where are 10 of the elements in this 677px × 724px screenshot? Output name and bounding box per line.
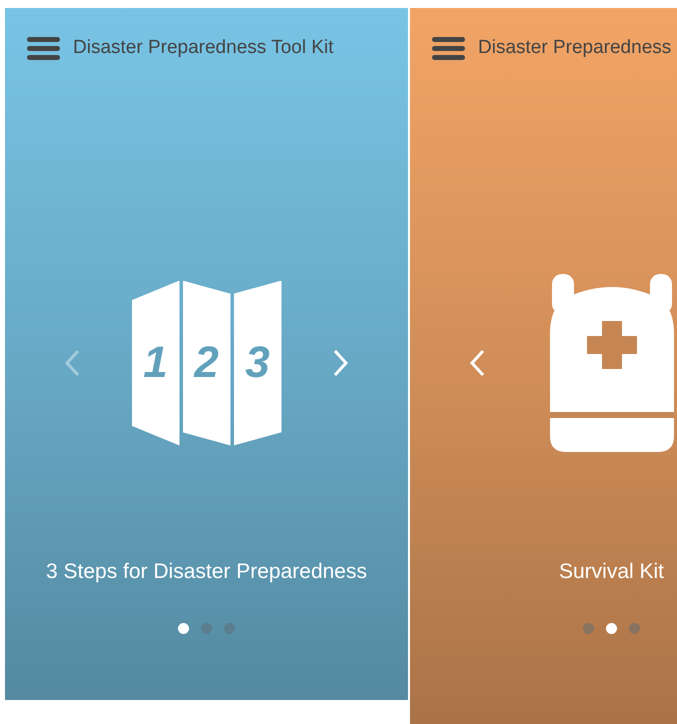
step-number: 1 bbox=[143, 341, 168, 385]
step-number: 2 bbox=[194, 341, 219, 385]
app-title: Disaster Preparedness Tool Kit bbox=[73, 36, 334, 60]
app-title: Disaster Preparedness bbox=[478, 36, 672, 60]
step-number: 3 bbox=[245, 341, 270, 385]
slide-caption: Survival Kit bbox=[558, 559, 664, 585]
menu-icon[interactable] bbox=[27, 36, 60, 60]
slide-caption: 3 Steps for Disaster Preparedness bbox=[46, 559, 367, 585]
menu-icon[interactable] bbox=[432, 36, 465, 60]
backpack-icon bbox=[550, 274, 674, 452]
